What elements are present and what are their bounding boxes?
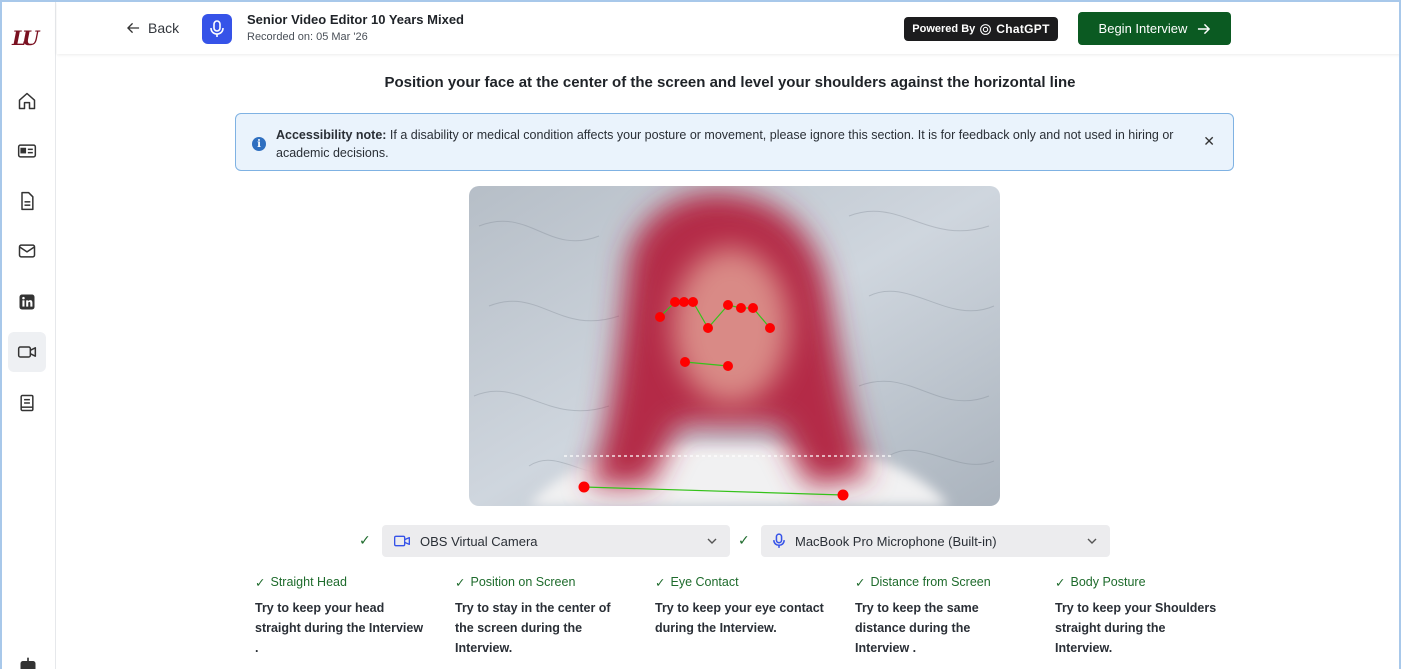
- tip-title: Eye Contact: [670, 575, 739, 589]
- document-icon: [21, 191, 34, 211]
- tip-title: Distance from Screen: [870, 575, 991, 589]
- book-icon: [20, 394, 34, 412]
- arrow-left-icon: [127, 22, 140, 34]
- top-bar: Back Senior Video Editor 10 Years Mixed …: [57, 2, 1399, 54]
- camera-select[interactable]: OBS Virtual Camera: [382, 525, 730, 557]
- begin-interview-label: Begin Interview: [1098, 21, 1188, 36]
- check-icon: ✓: [1055, 575, 1066, 590]
- sidebar-item-home[interactable]: [8, 81, 46, 121]
- tip-body-posture: ✓ Body Posture Try to keep your Shoulders…: [1055, 574, 1225, 658]
- accessibility-note-text: Accessibility note: If a disability or m…: [276, 126, 1196, 162]
- note-label: Accessibility note:: [276, 128, 387, 142]
- id-card-icon: [17, 144, 37, 158]
- microphone-select-value: MacBook Pro Microphone (Built-in): [795, 533, 997, 549]
- logo: LU: [12, 26, 39, 50]
- sidebar-item-linkedin[interactable]: [8, 282, 46, 322]
- sidebar: LU: [2, 2, 56, 669]
- powered-label: Powered By: [912, 23, 976, 35]
- powered-brand: ChatGPT: [996, 22, 1050, 36]
- close-icon[interactable]: ✕: [1203, 133, 1215, 150]
- note-body: If a disability or medical condition aff…: [276, 128, 1174, 160]
- sidebar-item-mail[interactable]: [8, 231, 46, 271]
- back-button[interactable]: Back: [127, 20, 179, 36]
- microphone-select[interactable]: MacBook Pro Microphone (Built-in): [761, 525, 1110, 557]
- linkedin-icon: [19, 294, 35, 310]
- video-icon: [17, 346, 37, 358]
- check-icon: ✓: [655, 575, 666, 590]
- powered-by-badge: Powered By ChatGPT: [904, 17, 1058, 41]
- tip-eye-contact: ✓ Eye Contact Try to keep your eye contac…: [655, 574, 825, 638]
- sidebar-item-video[interactable]: [8, 332, 46, 372]
- info-icon: i: [252, 137, 266, 151]
- tip-title: Position on Screen: [470, 575, 576, 589]
- interview-title: Senior Video Editor 10 Years Mixed: [247, 12, 464, 27]
- tip-position-on-screen: ✓ Position on Screen Try to stay in the c…: [455, 574, 625, 658]
- sidebar-item-documents[interactable]: [8, 181, 46, 221]
- tip-body: Try to stay in the center of the screen …: [455, 601, 611, 655]
- sidebar-item-book[interactable]: [8, 383, 46, 423]
- openai-logo-icon: [980, 23, 992, 35]
- positioning-instruction: Position your face at the center of the …: [384, 74, 1076, 91]
- chevron-down-icon: [1087, 538, 1097, 544]
- check-icon: ✓: [455, 575, 466, 590]
- tip-body: Try to keep the same distance during the…: [855, 601, 979, 655]
- camera-feed: [469, 186, 1000, 506]
- mail-icon: [18, 244, 36, 258]
- tip-straight-head: ✓ Straight Head Try to keep your head str…: [255, 574, 425, 658]
- microphone-icon: [773, 533, 785, 549]
- camera-select-value: OBS Virtual Camera: [420, 533, 538, 549]
- accessibility-note: i Accessibility note: If a disability or…: [235, 113, 1234, 171]
- camera-preview: [469, 186, 1000, 506]
- tip-body: Try to keep your head straight during th…: [255, 601, 424, 655]
- bot-icon[interactable]: [18, 656, 38, 669]
- microphone-check-icon: ✓: [738, 532, 750, 548]
- check-icon: ✓: [855, 575, 866, 590]
- sidebar-item-profile[interactable]: [8, 131, 46, 171]
- recording-type-badge: [202, 14, 232, 44]
- tip-body: Try to keep your Shoulders straight duri…: [1055, 601, 1217, 655]
- microphone-icon: [210, 20, 224, 37]
- back-label: Back: [148, 20, 180, 36]
- tip-title: Straight Head: [270, 575, 347, 589]
- video-icon: [394, 534, 410, 548]
- tip-body: Try to keep your eye contact during the …: [655, 601, 824, 635]
- chevron-down-icon: [707, 538, 717, 544]
- app-frame: LU Back Senior Video Editor 10 Years Mix…: [0, 0, 1401, 669]
- recorded-date: Recorded on: 05 Mar '26: [247, 31, 368, 43]
- camera-check-icon: ✓: [359, 532, 371, 548]
- home-icon: [18, 92, 36, 110]
- check-icon: ✓: [255, 575, 266, 590]
- tip-title: Body Posture: [1070, 575, 1146, 589]
- arrow-right-icon: [1198, 23, 1211, 34]
- begin-interview-button[interactable]: Begin Interview: [1078, 12, 1231, 45]
- tip-distance-from-screen: ✓ Distance from Screen Try to keep the sa…: [855, 574, 1025, 658]
